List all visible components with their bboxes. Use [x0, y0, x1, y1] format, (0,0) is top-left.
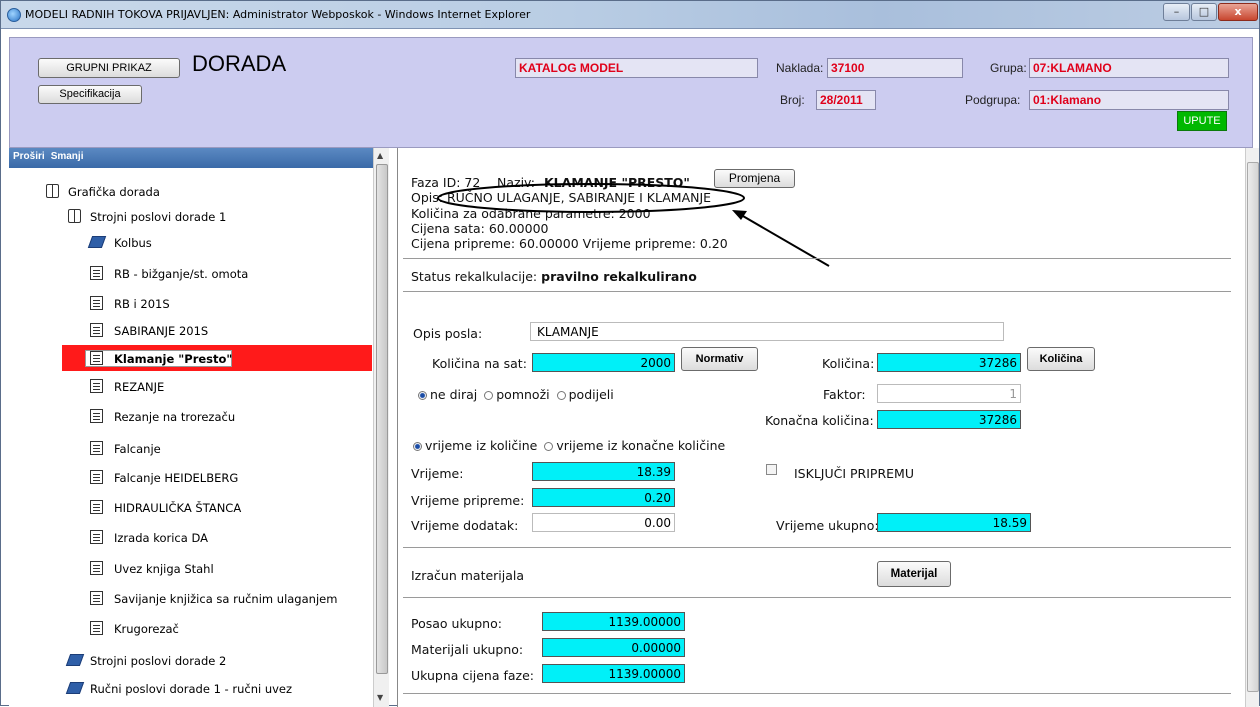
posao-ukupno-label: Posao ukupno:	[411, 616, 502, 631]
vrijeme-pripreme-label: Vrijeme pripreme:	[411, 493, 525, 508]
annotation-ellipse	[437, 183, 745, 213]
divider	[403, 291, 1231, 292]
vrijeme-label: Vrijeme:	[411, 466, 464, 481]
radio-vrijeme-iz-konacne[interactable]	[544, 442, 554, 451]
radio-podijeli[interactable]	[556, 391, 566, 400]
radio-label: podijeli	[568, 387, 614, 402]
normativ-button[interactable]: Normativ	[681, 347, 758, 371]
opis-posla-input[interactable]: KLAMANJE	[530, 322, 1004, 341]
faktor-input[interactable]: 1	[877, 384, 1021, 403]
ukupna-cijena-label: Ukupna cijena faze:	[411, 668, 535, 683]
konacna-label: Konačna količina:	[765, 413, 874, 428]
status-value: pravilno rekalkulirano	[541, 269, 697, 284]
vrijeme-input[interactable]: 18.39	[532, 462, 675, 481]
kolicina-na-sat-input[interactable]: 2000	[532, 353, 675, 372]
iskljuci-pripremu-checkbox[interactable]	[766, 464, 777, 475]
opis-posla-label: Opis posla:	[413, 326, 483, 341]
radio-ne-diraj[interactable]	[418, 391, 427, 400]
faktor-label: Faktor:	[823, 387, 866, 402]
materijali-ukupno-label: Materijali ukupno:	[411, 642, 524, 657]
radio-pomnozi[interactable]	[484, 391, 494, 400]
vrijeme-ukupno-label: Vrijeme ukupno:	[776, 518, 879, 533]
vrijeme-dodatak-input[interactable]: 0.00	[532, 513, 675, 532]
izracun-materijala-label: Izračun materijala	[411, 568, 525, 583]
ukupna-cijena-field: 1139.00000	[542, 664, 685, 683]
divider	[403, 547, 1231, 548]
vrijeme-pripreme-input[interactable]: 0.20	[532, 488, 675, 507]
calc-mode-radios: ne diraj pomnoži podijeli	[418, 387, 614, 402]
detail-scrollbar[interactable]	[1245, 148, 1259, 707]
status-label: Status rekalkulacije:	[411, 269, 538, 284]
browser-window: MODELI RADNIH TOKOVA PRIJAVLJEN: Adminis…	[0, 0, 1260, 707]
arrow-head-icon	[732, 210, 747, 220]
vrijeme-ukupno-input[interactable]: 18.59	[877, 513, 1031, 532]
status-line: Status rekalkulacije: pravilno rekalkuli…	[411, 269, 697, 284]
kolicina-label: Količina:	[822, 356, 875, 371]
kolicina-button[interactable]: Količina	[1027, 347, 1095, 371]
materijal-button[interactable]: Materijal	[877, 561, 951, 587]
radio-label: ne diraj	[430, 387, 478, 402]
vrijeme-dodatak-label: Vrijeme dodatak:	[411, 518, 519, 533]
iskljuci-pripremu-label: ISKLJUČI PRIPREMU	[794, 466, 914, 481]
radio-label: vrijeme iz količine	[425, 438, 538, 453]
radio-label: vrijeme iz konačne količine	[556, 438, 726, 453]
kolicina-na-sat-label: Količina na sat:	[432, 356, 527, 371]
scrollbar-thumb[interactable]	[1247, 162, 1259, 692]
konacna-input[interactable]: 37286	[877, 410, 1021, 429]
divider	[403, 693, 1231, 694]
divider	[403, 597, 1231, 598]
posao-ukupno-field: 1139.00000	[542, 612, 685, 631]
materijali-ukupno-field: 0.00000	[542, 638, 685, 657]
radio-label: pomnoži	[496, 387, 550, 402]
kolicina-input[interactable]: 37286	[877, 353, 1021, 372]
time-mode-radios: vrijeme iz količine vrijeme iz konačne k…	[413, 438, 725, 453]
divider	[403, 258, 1231, 259]
radio-vrijeme-iz-kolicine[interactable]	[413, 442, 422, 451]
